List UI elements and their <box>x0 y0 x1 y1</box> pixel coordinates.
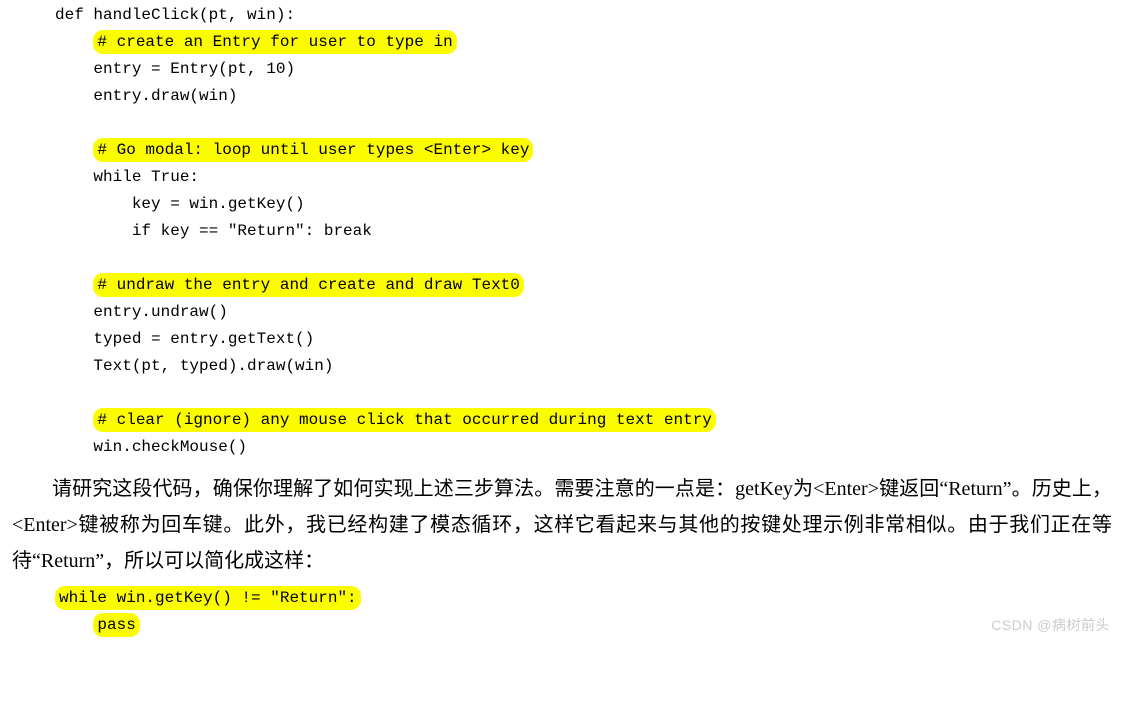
code-line: win.checkMouse() <box>93 438 247 456</box>
code-line-hl: while win.getKey() != "Return": <box>55 586 361 610</box>
code-line: entry.draw(win) <box>93 87 237 105</box>
code-line: typed = entry.getText() <box>93 330 314 348</box>
code-block-2: while win.getKey() != "Return": pass <box>0 579 1124 639</box>
paragraph-text: 请研究这段代码，确保你理解了如何实现上述三步算法。需要注意的一点是：getKey… <box>12 471 1112 579</box>
paragraph-block: 请研究这段代码，确保你理解了如何实现上述三步算法。需要注意的一点是：getKey… <box>0 461 1124 579</box>
code-comment-hl: # create an Entry for user to type in <box>93 30 456 54</box>
watermark-text: CSDN @病树前头 <box>991 615 1110 635</box>
code-line: while True: <box>93 168 199 186</box>
code-line-hl: pass <box>93 613 139 637</box>
code-line: def handleClick(pt, win): <box>55 6 295 24</box>
code-line: entry.undraw() <box>93 303 227 321</box>
code-line: key = win.getKey() <box>132 195 305 213</box>
code-comment-hl: # clear (ignore) any mouse click that oc… <box>93 408 716 432</box>
code-line: entry = Entry(pt, 10) <box>93 60 295 78</box>
code-comment-hl: # Go modal: loop until user types <Enter… <box>93 138 533 162</box>
code-line: if key == "Return": break <box>132 222 372 240</box>
code-line: Text(pt, typed).draw(win) <box>93 357 333 375</box>
code-block-1: def handleClick(pt, win): # create an En… <box>0 0 1124 461</box>
code-comment-hl: # undraw the entry and create and draw T… <box>93 273 523 297</box>
